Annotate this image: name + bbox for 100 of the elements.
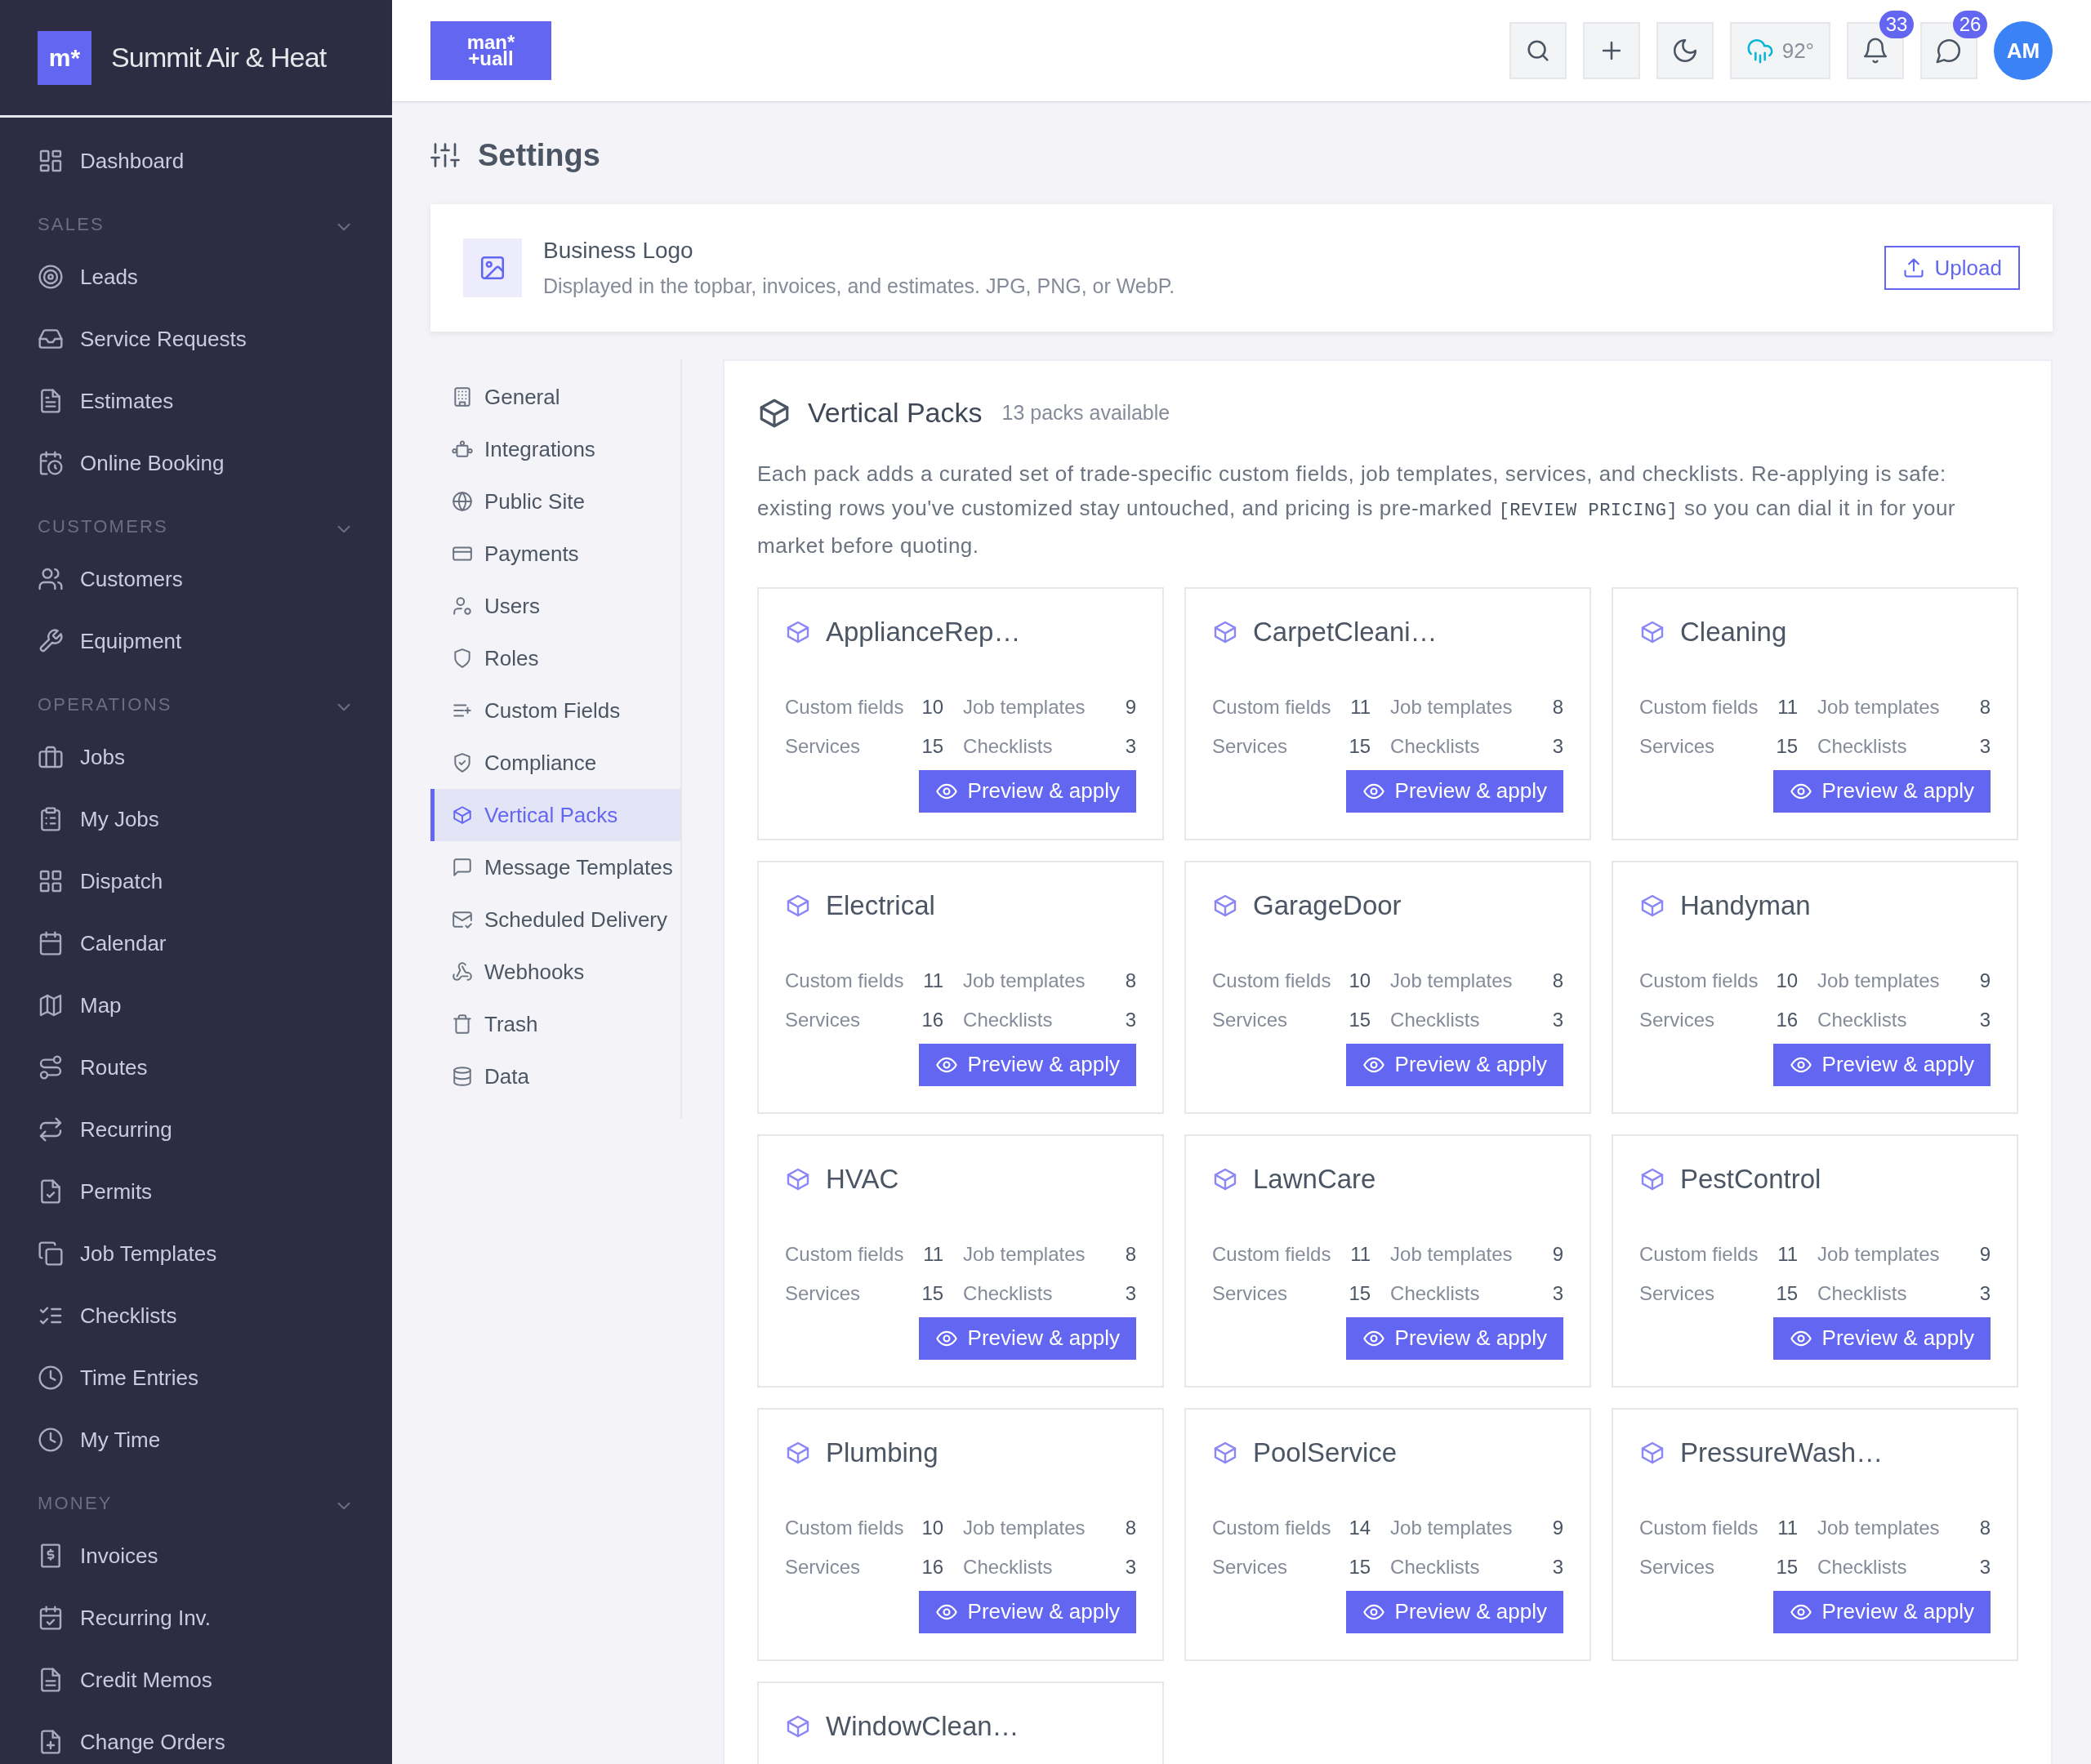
stat-label: Custom fields — [785, 968, 904, 993]
preview-apply-button[interactable]: Preview & apply — [918, 1043, 1136, 1086]
preview-apply-button[interactable]: Preview & apply — [1772, 1590, 1991, 1633]
upload-button[interactable]: Upload — [1884, 246, 2020, 290]
preview-apply-button[interactable]: Preview & apply — [1345, 1316, 1563, 1360]
stat-label: Checklists — [962, 1007, 1054, 1032]
sidebar-item[interactable]: Online Booking — [0, 432, 392, 494]
sidebar-item[interactable]: Permits — [0, 1160, 392, 1223]
stat-label: Services — [1212, 1281, 1289, 1306]
settings-nav-item[interactable]: Integrations — [430, 423, 680, 475]
stat-value: 3 — [1552, 1554, 1563, 1579]
sidebar-item[interactable]: Equipment — [0, 610, 392, 672]
stat-value: 3 — [1552, 1007, 1563, 1032]
stat-value: 8 — [1979, 1515, 1991, 1540]
stat-value: 10 — [921, 694, 944, 719]
settings-nav-item[interactable]: Compliance — [430, 737, 680, 789]
sidebar-item[interactable]: Invoices — [0, 1525, 392, 1587]
stat-label: Services — [1639, 1281, 1716, 1306]
preview-apply-button[interactable]: Preview & apply — [1345, 1043, 1563, 1086]
page-title: Settings — [478, 136, 600, 174]
preview-apply-button[interactable]: Preview & apply — [918, 1316, 1136, 1360]
stat-value: 3 — [1125, 1007, 1136, 1032]
settings-nav-item[interactable]: General — [430, 371, 680, 423]
stat-value: 11 — [922, 1241, 944, 1267]
stat-value: 15 — [1349, 1554, 1371, 1579]
sidebar-item[interactable]: Customers — [0, 548, 392, 610]
preview-apply-button[interactable]: Preview & apply — [918, 769, 1136, 813]
dark-mode-button[interactable] — [1656, 22, 1714, 79]
preview-apply-button[interactable]: Preview & apply — [1772, 1316, 1991, 1360]
stat-value: 3 — [1552, 733, 1563, 759]
stat-label: Job templates — [1817, 1241, 1941, 1267]
settings-nav-item[interactable]: Scheduled Delivery — [430, 893, 680, 946]
sidebar-item[interactable]: Dashboard — [0, 130, 392, 192]
stat-value: 15 — [921, 1281, 944, 1306]
sidebar-item[interactable]: Change Orders — [0, 1711, 392, 1764]
stat-value: 15 — [1776, 733, 1799, 759]
calendar-icon — [38, 930, 64, 956]
sidebar-item[interactable]: Service Requests — [0, 308, 392, 370]
copy-icon — [38, 1241, 64, 1267]
search-button[interactable] — [1509, 22, 1567, 79]
preview-apply-button[interactable]: Preview & apply — [1345, 769, 1563, 813]
settings-nav-item[interactable]: Trash — [430, 998, 680, 1050]
pack-title: CarpetCleani… — [1253, 616, 1438, 648]
section-title: MONEY — [38, 1492, 113, 1515]
sidebar-item[interactable]: My Time — [0, 1409, 392, 1471]
pack-title: Handyman — [1680, 889, 1811, 922]
globe-icon — [452, 491, 473, 512]
preview-apply-button[interactable]: Preview & apply — [1772, 769, 1991, 813]
sidebar-item[interactable]: Estimates — [0, 370, 392, 432]
pack-title: Cleaning — [1680, 616, 1787, 648]
brand-logo[interactable]: man* +uall — [430, 21, 551, 80]
mail-check-icon — [452, 909, 473, 930]
user-avatar[interactable]: AM — [1994, 21, 2053, 80]
stat-value: 8 — [1125, 1515, 1136, 1540]
settings-nav-item[interactable]: Message Templates — [430, 841, 680, 893]
stat-value: 10 — [1349, 968, 1371, 993]
sidebar-item[interactable]: Job Templates — [0, 1223, 392, 1285]
sidebar-item[interactable]: Routes — [0, 1036, 392, 1098]
sidebar-item[interactable]: Recurring Inv. — [0, 1587, 392, 1649]
card-description: Displayed in the topbar, invoices, and estimates. JPG, PNG, or WebP. — [543, 274, 1176, 300]
stat-label: Services — [1212, 1554, 1289, 1579]
webhook-icon — [452, 961, 473, 982]
sidebar-item[interactable]: Checklists — [0, 1285, 392, 1347]
stat-value: 3 — [1125, 733, 1136, 759]
settings-nav-item[interactable]: Vertical Packs — [430, 789, 680, 841]
settings-nav-item[interactable]: Custom Fields — [430, 684, 680, 737]
sidebar-item[interactable]: Dispatch — [0, 850, 392, 912]
settings-nav-item[interactable]: Payments — [430, 528, 680, 580]
calendar-clock-icon — [38, 450, 64, 476]
preview-apply-button[interactable]: Preview & apply — [918, 1590, 1136, 1633]
add-button[interactable] — [1582, 22, 1640, 79]
stat-label: Services — [1639, 1554, 1716, 1579]
stat-label: Services — [785, 733, 862, 759]
sidebar-item[interactable]: Map — [0, 974, 392, 1036]
card-title: Business Logo — [543, 237, 694, 265]
preview-apply-button[interactable]: Preview & apply — [1345, 1590, 1563, 1633]
sidebar-item[interactable]: Leads — [0, 246, 392, 308]
settings-nav-item[interactable]: Webhooks — [430, 946, 680, 998]
stat-label: Services — [1212, 1007, 1289, 1032]
sidebar-item[interactable]: Jobs — [0, 726, 392, 788]
settings-nav-item[interactable]: Data — [430, 1050, 680, 1102]
sidebar-item[interactable]: Time Entries — [0, 1347, 392, 1409]
sidebar-item[interactable]: Calendar — [0, 912, 392, 974]
preview-apply-button[interactable]: Preview & apply — [1772, 1043, 1991, 1086]
stat-value: 11 — [1349, 694, 1371, 719]
shield-check-icon — [452, 752, 473, 773]
stat-label: Checklists — [962, 1281, 1054, 1306]
stat-label: Job templates — [962, 1515, 1086, 1540]
settings-nav-item[interactable]: Users — [430, 580, 680, 632]
stat-label: Checklists — [1389, 1007, 1481, 1032]
sidebar-item[interactable]: Credit Memos — [0, 1649, 392, 1711]
sidebar-item[interactable]: Recurring — [0, 1098, 392, 1160]
stat-label: Custom fields — [1212, 968, 1331, 993]
bell-icon — [1861, 37, 1889, 65]
section-title: OPERATIONS — [38, 693, 172, 716]
sidebar-item[interactable]: My Jobs — [0, 788, 392, 850]
pack-title: HVAC — [826, 1163, 899, 1196]
settings-nav-item[interactable]: Public Site — [430, 475, 680, 528]
settings-nav-item[interactable]: Roles — [430, 632, 680, 684]
app-logo[interactable]: m* — [38, 30, 91, 85]
